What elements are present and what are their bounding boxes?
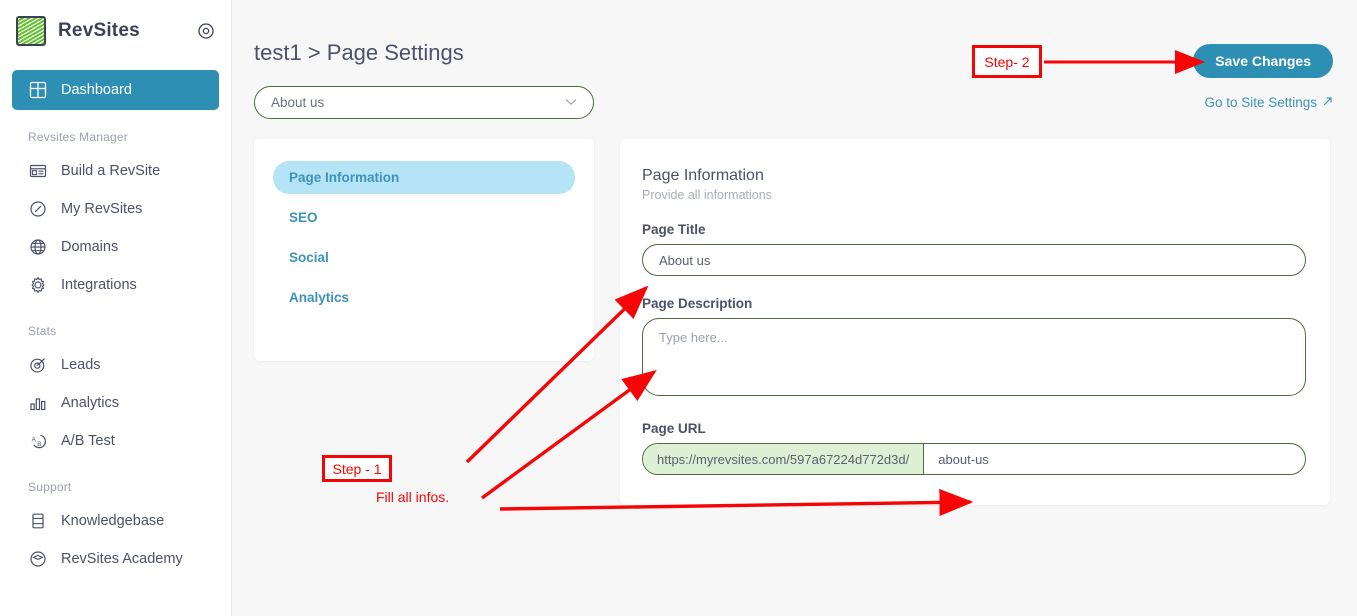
save-changes-button[interactable]: Save Changes <box>1193 44 1333 78</box>
compass-icon <box>28 199 48 219</box>
page-title-label: Page Title <box>642 222 706 237</box>
page-selector-dropdown[interactable]: About us <box>254 86 594 119</box>
app-root: RevSites Dashboard Revsites Manager Buil… <box>0 0 1357 616</box>
sidebar-group-title-stats: Stats <box>28 324 57 338</box>
gear-icon <box>28 275 48 295</box>
dashboard-grid-icon <box>28 80 48 100</box>
sidebar-item-integrations[interactable]: Integrations <box>12 266 219 304</box>
sidebar-group-title-support: Support <box>28 480 72 494</box>
chevron-down-icon <box>565 97 577 109</box>
settings-tabs-card: Page Information SEO Social Analytics <box>254 139 594 361</box>
revsites-logo-icon <box>16 16 46 46</box>
page-title: test1 > Page Settings <box>254 40 464 65</box>
page-information-form-card: Page Information Provide all information… <box>620 139 1330 505</box>
sidebar-item-dashboard[interactable]: Dashboard <box>12 70 219 110</box>
globe-icon <box>28 237 48 257</box>
sidebar-item-label: A/B Test <box>61 433 115 449</box>
page-selector-value: About us <box>271 95 325 110</box>
page-title-input[interactable] <box>642 244 1306 276</box>
sidebar-item-build-a-revsite[interactable]: Build a RevSite <box>12 152 219 190</box>
go-to-site-settings-link[interactable]: Go to Site Settings <box>1204 95 1333 110</box>
tab-page-information[interactable]: Page Information <box>273 161 575 194</box>
bar-chart-icon <box>28 393 48 413</box>
sidebar-item-revsites-academy[interactable]: RevSites Academy <box>12 540 219 578</box>
fill-all-infos-note: Fill all infos. <box>376 489 450 505</box>
sidebar-item-label: RevSites Academy <box>61 551 183 567</box>
controls-row: About us Go to Site Settings <box>232 66 1357 119</box>
step2-annotation-box: Step- 2 <box>972 45 1042 78</box>
page-description-label: Page Description <box>642 296 753 311</box>
sidebar-item-knowledgebase[interactable]: Knowledgebase <box>12 502 219 540</box>
sidebar-item-label: My RevSites <box>61 201 143 217</box>
external-link-arrow-icon <box>1322 95 1333 110</box>
form-subtitle: Provide all informations <box>642 188 772 202</box>
sidebar-group-title-manager: Revsites Manager <box>28 130 128 144</box>
sidebar-item-leads[interactable]: Leads <box>12 346 219 384</box>
panels-row: Page Information SEO Social Analytics Pa… <box>232 119 1357 505</box>
sidebar-primary-nav: Dashboard <box>0 70 231 110</box>
sidebar-item-label: Build a RevSite <box>61 163 161 179</box>
sidebar-item-my-revsites[interactable]: My RevSites <box>12 190 219 228</box>
page-url-prefix: https://myrevsites.com/597a67224d772d3d/ <box>643 444 925 474</box>
form-title: Page Information <box>642 167 764 184</box>
main-content: test1 > Page Settings Save Changes About… <box>232 0 1357 616</box>
sidebar-item-label: Knowledgebase <box>61 513 165 529</box>
sidebar-item-label: Integrations <box>61 277 137 293</box>
tab-analytics[interactable]: Analytics <box>273 281 575 314</box>
book-icon <box>28 511 48 531</box>
topbar-actions: Save Changes <box>1193 44 1333 78</box>
svg-text:B: B <box>37 441 41 448</box>
brand-name: RevSites <box>58 20 140 41</box>
sidebar-item-label: Domains <box>61 239 119 255</box>
page-url-group: https://myrevsites.com/597a67224d772d3d/ <box>642 443 1306 475</box>
sidebar-item-label: Analytics <box>61 395 120 411</box>
site-settings-label: Go to Site Settings <box>1204 95 1317 110</box>
svg-text:A: A <box>32 436 37 443</box>
sidebar-item-analytics[interactable]: Analytics <box>12 384 219 422</box>
tab-seo[interactable]: SEO <box>273 201 575 234</box>
sidebar: RevSites Dashboard Revsites Manager Buil… <box>0 0 232 616</box>
brand-header: RevSites <box>0 0 231 62</box>
step1-annotation-box: Step - 1 <box>322 455 392 482</box>
sidebar-item-label: Leads <box>61 357 101 373</box>
sidebar-item-domains[interactable]: Domains <box>12 228 219 266</box>
page-url-slug-input[interactable] <box>924 444 1305 474</box>
page-description-textarea[interactable] <box>642 318 1306 396</box>
page-url-label: Page URL <box>642 421 706 436</box>
sidebar-item-label: Dashboard <box>61 82 132 98</box>
target-dart-icon <box>28 355 48 375</box>
ab-test-icon: A B <box>28 431 48 451</box>
sidebar-item-ab-test[interactable]: A B A/B Test <box>12 422 219 460</box>
graduation-icon <box>28 549 48 569</box>
tab-social[interactable]: Social <box>273 241 575 274</box>
target-icon[interactable] <box>197 22 215 40</box>
layout-browser-icon <box>28 161 48 181</box>
